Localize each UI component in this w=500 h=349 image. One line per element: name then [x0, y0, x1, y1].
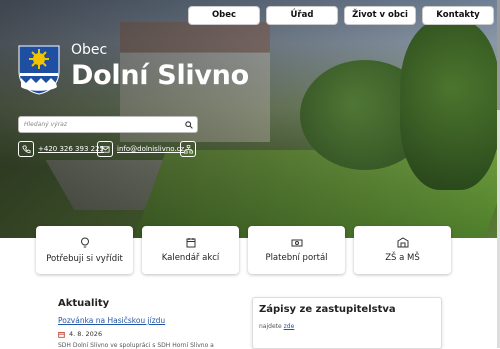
hero-kicker: Obec [71, 42, 108, 58]
sitemap-icon[interactable] [180, 141, 196, 157]
card-potrebuji-si-vyridit[interactable]: Potřebuji si vyřídit [36, 226, 133, 274]
school-icon [397, 237, 408, 248]
bulb-icon [80, 237, 89, 247]
search-icon[interactable] [185, 120, 193, 129]
phone-number[interactable]: +420 326 393 225 [38, 145, 104, 153]
news-date-text: 4. 8. 2026 [69, 330, 103, 338]
top-nav: Obec Úřad Život v obci Kontakty [188, 6, 494, 25]
card-label: Potřebuji si vyřídit [46, 253, 123, 264]
card-kalendar-akci[interactable]: Kalendář akcí [142, 226, 239, 274]
calendar-icon [186, 238, 195, 248]
contact-phone[interactable]: +420 326 393 225 [18, 141, 104, 157]
money-icon [291, 239, 302, 246]
card-label: ZŠ a MŠ [385, 253, 420, 263]
card-label: Kalendář akcí [161, 253, 220, 263]
coat-of-arms-icon[interactable] [18, 45, 60, 95]
email-address[interactable]: info@dolnislivno.cz [117, 145, 184, 153]
minutes-line: najdete zde [259, 323, 294, 330]
news-item-date: 4. 8. 2026 [58, 330, 102, 338]
quick-links: Potřebuji si vyřídit Kalendář akcí Plate… [36, 226, 451, 274]
search-box[interactable]: Hledaný výraz [18, 116, 198, 133]
phone-icon [18, 141, 34, 157]
nav-kontakty[interactable]: Kontakty [422, 6, 494, 25]
nav-urad[interactable]: Úřad [266, 6, 338, 25]
minutes-panel: Zápisy ze zastupitelstva najdete zde [252, 297, 442, 349]
contact-email[interactable]: info@dolnislivno.cz [97, 141, 184, 157]
search-input[interactable]: Hledaný výraz [19, 121, 185, 128]
minutes-heading: Zápisy ze zastupitelstva [259, 304, 396, 315]
mail-icon [97, 141, 113, 157]
card-label: Platební portál [265, 252, 328, 263]
card-zs-a-ms[interactable]: ZŠ a MŠ [354, 226, 451, 274]
nav-obec[interactable]: Obec [188, 6, 260, 25]
minutes-link[interactable]: zde [284, 323, 295, 330]
news-item-title[interactable]: Pozvánka na Hasičskou jízdu [58, 316, 165, 325]
minutes-prefix: najdete [259, 323, 282, 330]
site-title[interactable]: Dolní Slivno [71, 60, 249, 91]
calendar-icon [58, 331, 65, 338]
card-platebni-portal[interactable]: Platební portál [248, 226, 345, 274]
nav-zivot-v-obci[interactable]: Život v obci [344, 6, 416, 25]
news-heading: Aktuality [58, 298, 110, 309]
